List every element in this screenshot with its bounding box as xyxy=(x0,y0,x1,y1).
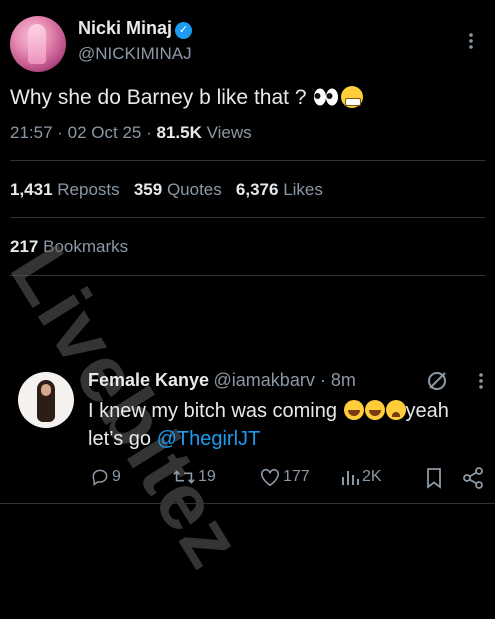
tweet-text: Why she do Barney b like that ? xyxy=(10,86,307,109)
tweet-meta: 21:57 · 02 Oct 25 · 81.5K Views xyxy=(10,123,252,142)
reply-mention-link[interactable]: @ThegirlJT xyxy=(157,428,261,450)
laughing-emoji-icon xyxy=(343,400,364,420)
more-vertical-icon[interactable] xyxy=(466,32,476,50)
divider xyxy=(0,503,495,504)
grimacing-emoji-icon xyxy=(340,86,363,108)
tweet-date[interactable]: 02 Oct 25 xyxy=(68,123,142,142)
bookmarks-count: 217 xyxy=(10,237,39,256)
reposts-count: 1,431 xyxy=(10,180,53,199)
likes-stat[interactable]: 6,376 Likes xyxy=(236,180,323,199)
quotes-stat[interactable]: 359 Quotes xyxy=(134,180,222,199)
tweet-time[interactable]: 21:57 xyxy=(10,123,53,142)
author-handle[interactable]: @NICKIMINAJ xyxy=(78,44,192,64)
like-button[interactable]: 177 xyxy=(259,467,310,487)
tweet-body: Why she do Barney b like that ? xyxy=(10,86,363,110)
separator-dot: · xyxy=(314,370,331,390)
reply-header: Female Kanye @iamakbarv · 8m xyxy=(88,370,356,391)
bookmarks-label: Bookmarks xyxy=(43,237,129,256)
divider xyxy=(10,160,485,161)
heart-icon xyxy=(261,468,279,487)
divider xyxy=(10,217,485,218)
views-count: 81.5K xyxy=(156,123,202,142)
laughing-emoji-icon xyxy=(364,400,385,420)
reply-icon xyxy=(92,469,108,486)
likes-count: 6,376 xyxy=(235,180,279,199)
avatar-face xyxy=(41,384,51,396)
likes-label: Likes xyxy=(283,180,323,199)
nicki-avatar[interactable] xyxy=(10,16,66,72)
reply-display-name[interactable]: Female Kanye xyxy=(88,370,209,390)
author-display-name[interactable]: Nicki Minaj xyxy=(78,18,172,38)
views-button[interactable]: 2K xyxy=(340,467,382,487)
avatar-figure xyxy=(28,24,46,64)
reply-more-icon[interactable] xyxy=(478,372,484,395)
verified-badge-icon: ✓ xyxy=(175,22,193,39)
reply-body: I knew my bitch was coming yeah let’s go… xyxy=(88,397,488,453)
repost-button[interactable]: 19 xyxy=(172,467,216,487)
reply-text-part1: I knew my bitch was coming xyxy=(88,400,337,422)
engagement-stats: 1,431 Reposts 359 Quotes 6,376 Likes xyxy=(10,180,323,200)
repost-icon xyxy=(173,470,195,484)
grok-circle-icon[interactable] xyxy=(426,370,448,397)
divider xyxy=(10,275,485,276)
analytics-icon xyxy=(342,471,359,485)
view-count: 2K xyxy=(362,468,382,485)
reposts-stat[interactable]: 1,431 Reposts xyxy=(10,180,120,199)
eyes-emoji-icon xyxy=(313,87,339,107)
reply-age[interactable]: 8m xyxy=(331,370,356,390)
weary-emoji-icon xyxy=(385,400,406,420)
reply-button[interactable]: 9 xyxy=(90,467,121,487)
bookmark-icon[interactable] xyxy=(424,467,444,494)
bookmarks-stat[interactable]: 217 Bookmarks xyxy=(10,237,128,257)
reply-avatar[interactable] xyxy=(18,372,74,428)
quotes-label: Quotes xyxy=(166,180,222,199)
share-icon[interactable] xyxy=(462,467,484,494)
author-name-row[interactable]: Nicki Minaj ✓ xyxy=(78,18,193,39)
quotes-count: 359 xyxy=(133,180,163,199)
reposts-label: Reposts xyxy=(57,180,120,199)
reply-handle[interactable]: @iamakbarv xyxy=(214,370,315,390)
like-count: 177 xyxy=(283,468,310,485)
repost-count: 19 xyxy=(198,468,216,485)
views-label: Views xyxy=(206,123,252,142)
reply-count: 9 xyxy=(112,468,121,485)
